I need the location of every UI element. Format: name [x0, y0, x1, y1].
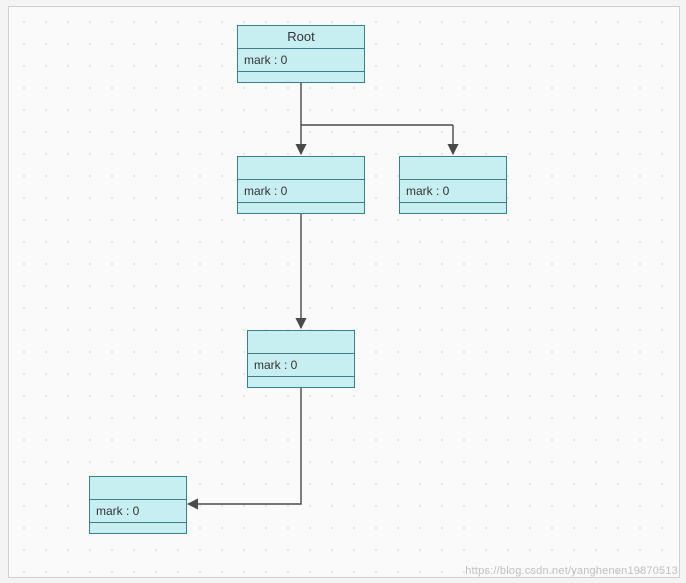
node-root-title: Root [238, 26, 364, 49]
node-c-empty [248, 377, 354, 387]
node-a-empty [238, 203, 364, 213]
node-d-empty [90, 523, 186, 533]
node-root-empty [238, 72, 364, 82]
node-b-mark: mark : 0 [400, 180, 506, 203]
node-c[interactable]: mark : 0 [247, 330, 355, 388]
node-b[interactable]: mark : 0 [399, 156, 507, 214]
node-d[interactable]: mark : 0 [89, 476, 187, 534]
node-d-mark: mark : 0 [90, 500, 186, 523]
node-a-mark: mark : 0 [238, 180, 364, 203]
node-root-mark: mark : 0 [238, 49, 364, 72]
watermark-text: https://blog.csdn.net/yanghenen19870513 [465, 565, 678, 577]
node-root[interactable]: Root mark : 0 [237, 25, 365, 83]
diagram-canvas: Root mark : 0 mark : 0 mark : 0 mark : 0… [8, 6, 680, 578]
node-c-mark: mark : 0 [248, 354, 354, 377]
node-b-empty [400, 203, 506, 213]
node-d-title [90, 477, 186, 500]
node-a-title [238, 157, 364, 180]
node-a[interactable]: mark : 0 [237, 156, 365, 214]
node-b-title [400, 157, 506, 180]
node-c-title [248, 331, 354, 354]
